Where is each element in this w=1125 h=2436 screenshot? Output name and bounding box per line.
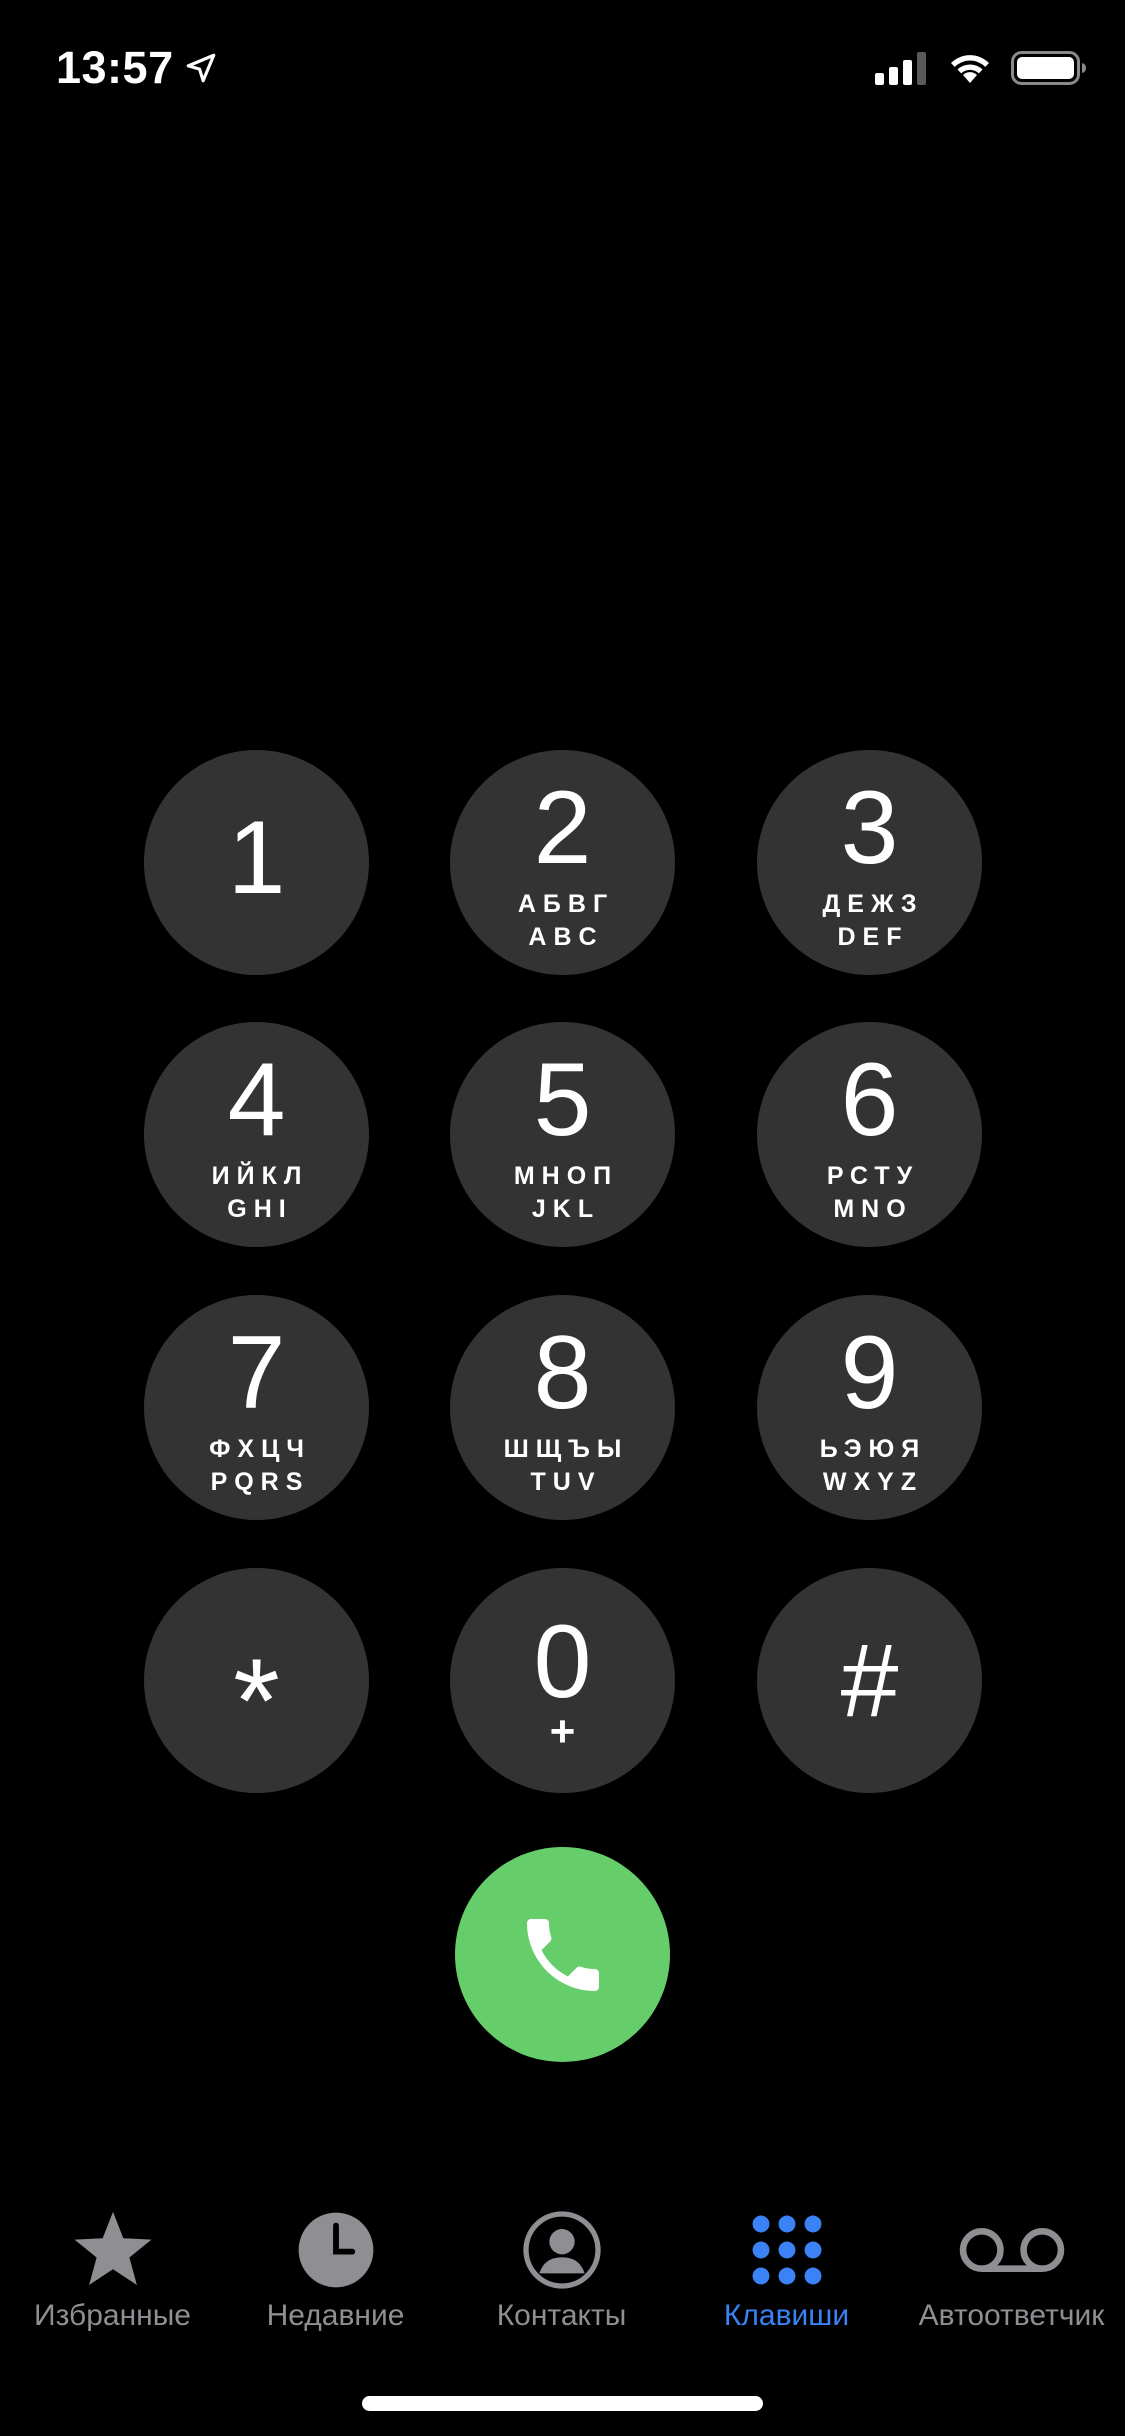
key-letters-en: TUV <box>530 1468 602 1496</box>
tab-label: Избранные <box>34 2299 191 2332</box>
tab-keypad[interactable]: Клавиши <box>674 2195 899 2345</box>
key-letters-ru: РСТУ <box>826 1162 920 1190</box>
key-7[interactable]: 7 ФХЦЧ PQRS <box>144 1295 369 1520</box>
call-button[interactable] <box>455 1847 670 2062</box>
key-4[interactable]: 4 ИЙКЛ GHI <box>144 1022 369 1247</box>
tab-label: Автоответчик <box>918 2299 1105 2332</box>
key-letters-en: WXYZ <box>822 1468 924 1496</box>
tab-label: Клавиши <box>723 2299 850 2332</box>
key-digit: * <box>233 1633 280 1768</box>
tab-contacts[interactable]: Контакты <box>449 2195 674 2345</box>
key-0[interactable]: 0 + <box>450 1568 675 1793</box>
key-digit: 7 <box>227 1315 286 1431</box>
tab-bar: Избранные Недавние Контакты Клавиши Авто… <box>0 2195 1125 2355</box>
key-2[interactable]: 2 АБВГ ABC <box>450 750 675 975</box>
clock-icon <box>281 2205 391 2295</box>
key-letters-en: ABC <box>528 923 604 951</box>
key-digit: 8 <box>533 1315 592 1431</box>
keypad-icon <box>732 2205 842 2295</box>
phone-icon <box>515 1907 611 2003</box>
key-letters-ru: МНОП <box>513 1162 619 1190</box>
key-letters-en: MNO <box>833 1195 913 1223</box>
contact-icon <box>507 2205 617 2295</box>
key-letters-en: DEF <box>837 923 909 951</box>
key-digit: # <box>840 1622 899 1739</box>
key-letters-en: GHI <box>227 1195 293 1223</box>
key-letters-ru: ЬЭЮЯ <box>819 1435 927 1463</box>
tab-favorites[interactable]: Избранные <box>0 2195 225 2345</box>
key-digit: 1 <box>227 800 286 916</box>
key-9[interactable]: 9 ЬЭЮЯ WXYZ <box>757 1295 982 1520</box>
key-5[interactable]: 5 МНОП JKL <box>450 1022 675 1247</box>
key-3[interactable]: 3 ДЕЖЗ DEF <box>757 750 982 975</box>
key-letters-ru: ИЙКЛ <box>211 1162 309 1190</box>
key-letters-ru: АБВГ <box>517 890 615 918</box>
key-digit: 3 <box>840 770 899 886</box>
voicemail-icon <box>957 2205 1067 2295</box>
star-icon <box>58 2205 168 2295</box>
key-letters-ru: ДЕЖЗ <box>822 890 924 918</box>
key-digit: 2 <box>533 770 592 886</box>
home-indicator[interactable] <box>362 2396 763 2411</box>
key-letters-en: JKL <box>531 1195 601 1223</box>
key-hash[interactable]: # <box>757 1568 982 1793</box>
key-digit: 6 <box>840 1042 899 1158</box>
keypad: 1 2 АБВГ ABC 3 ДЕЖЗ DEF 4 ИЙКЛ GHI 5 МНО… <box>0 0 1125 2436</box>
key-1[interactable]: 1 <box>144 750 369 975</box>
key-digit: 0 <box>533 1604 592 1720</box>
tab-label: Контакты <box>496 2299 627 2332</box>
key-plus-label: + <box>549 1707 576 1756</box>
key-digit: 5 <box>533 1042 592 1158</box>
tab-label: Недавние <box>266 2299 405 2332</box>
key-letters-ru: ФХЦЧ <box>209 1435 311 1463</box>
key-8[interactable]: 8 ШЩЪЫ TUV <box>450 1295 675 1520</box>
key-6[interactable]: 6 РСТУ MNO <box>757 1022 982 1247</box>
key-star[interactable]: * <box>144 1568 369 1793</box>
key-letters-en: PQRS <box>210 1468 310 1496</box>
key-letters-ru: ШЩЪЫ <box>503 1435 629 1463</box>
tab-recents[interactable]: Недавние <box>223 2195 448 2345</box>
key-digit: 9 <box>840 1315 899 1431</box>
tab-voicemail[interactable]: Автоответчик <box>899 2195 1124 2345</box>
key-digit: 4 <box>227 1042 286 1158</box>
